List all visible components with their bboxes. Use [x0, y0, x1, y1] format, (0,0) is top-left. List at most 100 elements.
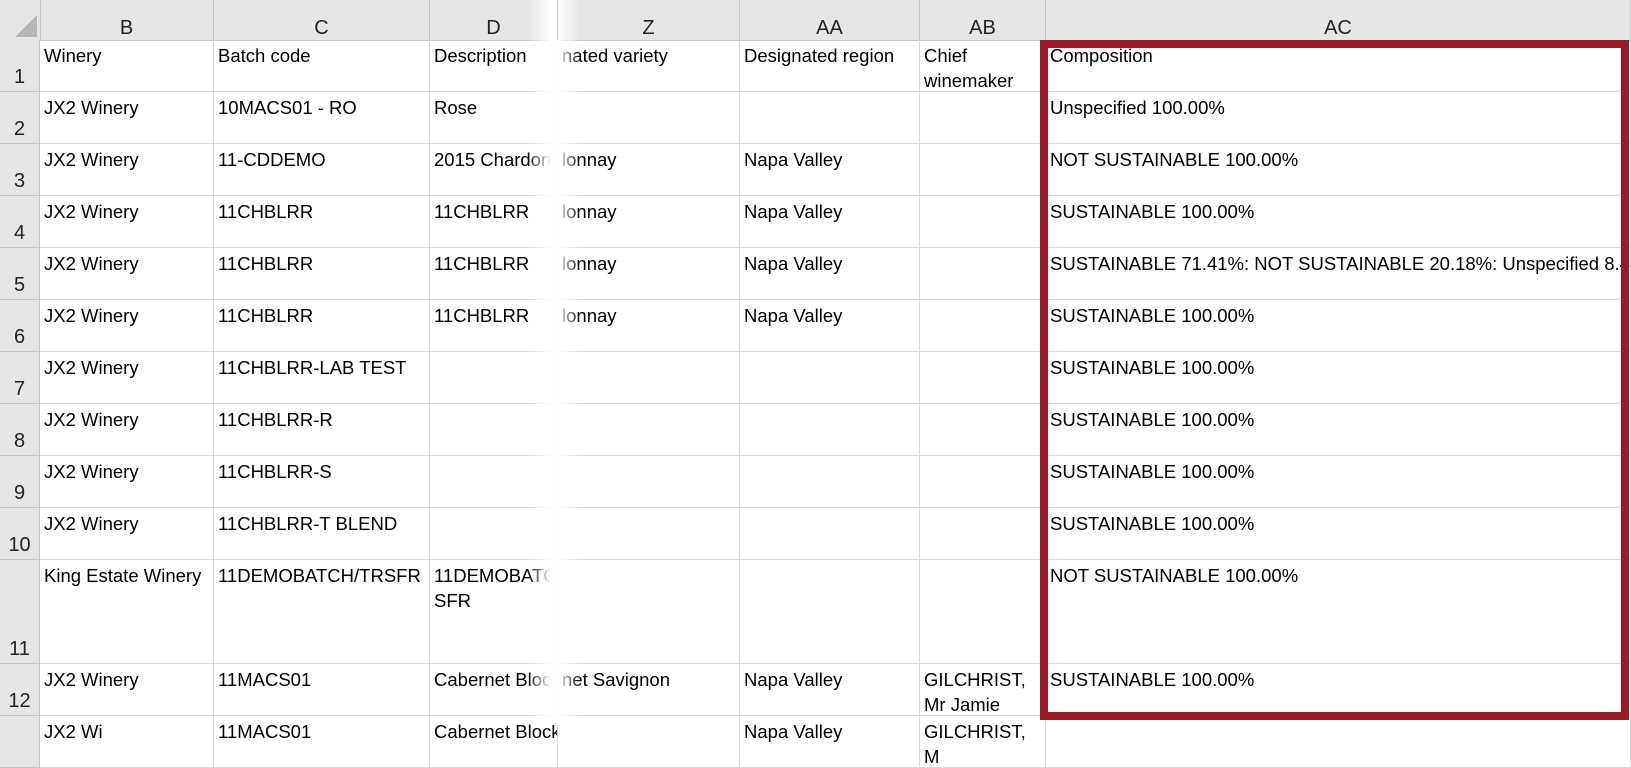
cell-ac[interactable]: SUSTAINABLE 100.00%	[1046, 300, 1631, 352]
cell-ab[interactable]	[920, 352, 1046, 404]
cell-c[interactable]: 11MACS01	[214, 664, 430, 716]
cell-d[interactable]: Cabernet Block	[430, 664, 558, 716]
cell-d[interactable]	[430, 456, 558, 508]
cell-b[interactable]: JX2 Winery	[40, 300, 214, 352]
cell-c[interactable]: 11CHBLRR	[214, 248, 430, 300]
cell-ab[interactable]	[920, 196, 1046, 248]
cell-c[interactable]: 10MACS01 - RO	[214, 92, 430, 144]
cell-ab[interactable]	[920, 560, 1046, 664]
cell-aa[interactable]: Napa Valley	[740, 248, 920, 300]
cell-ac[interactable]: SUSTAINABLE 100.00%	[1046, 352, 1631, 404]
cell-z[interactable]	[558, 456, 740, 508]
cell-c[interactable]: 11-CDDEMO	[214, 144, 430, 196]
cell-aa[interactable]: Napa Valley	[740, 300, 920, 352]
cell-b[interactable]: JX2 Wi	[40, 716, 214, 768]
cell-c[interactable]: 11CHBLRR-LAB TEST	[214, 352, 430, 404]
cell-aa[interactable]: Designated region	[740, 40, 920, 92]
cell-aa[interactable]	[740, 508, 920, 560]
cell-d[interactable]: 2015 Chardonna	[430, 144, 558, 196]
row-header[interactable]: 7	[0, 352, 40, 404]
cell-z[interactable]: lonnay	[558, 144, 740, 196]
cell-c[interactable]: 11CHBLRR-S	[214, 456, 430, 508]
row-header[interactable]: 2	[0, 92, 40, 144]
cell-ab[interactable]	[920, 508, 1046, 560]
cell-z[interactable]	[558, 716, 740, 768]
cell-d[interactable]: Rose	[430, 92, 558, 144]
cell-b[interactable]: JX2 Winery	[40, 404, 214, 456]
cell-aa[interactable]	[740, 404, 920, 456]
cell-b[interactable]: JX2 Winery	[40, 92, 214, 144]
column-header-b[interactable]: B	[40, 0, 214, 40]
row-header[interactable]: 10	[0, 508, 40, 560]
column-header-c[interactable]: C	[214, 0, 430, 40]
cell-aa[interactable]: Napa Valley	[740, 664, 920, 716]
cell-ab[interactable]	[920, 144, 1046, 196]
cell-z[interactable]	[558, 92, 740, 144]
cell-d[interactable]: 11DEMOBATCH/ SFR	[430, 560, 558, 664]
row-header[interactable]: 4	[0, 196, 40, 248]
cell-ab[interactable]: GILCHRIST, M	[920, 716, 1046, 768]
cell-d[interactable]: 11CHBLRR	[430, 196, 558, 248]
cell-ab[interactable]	[920, 404, 1046, 456]
cell-ab[interactable]	[920, 456, 1046, 508]
cell-b[interactable]: JX2 Winery	[40, 508, 214, 560]
cell-z[interactable]: net Savignon	[558, 664, 740, 716]
row-header[interactable]: 5	[0, 248, 40, 300]
cell-ab[interactable]: GILCHRIST, Mr Jamie	[920, 664, 1046, 716]
cell-d[interactable]: 11CHBLRR	[430, 248, 558, 300]
cell-ac[interactable]: SUSTAINABLE 100.00%	[1046, 664, 1631, 716]
cell-z[interactable]	[558, 404, 740, 456]
cell-c[interactable]: 11MACS01	[214, 716, 430, 768]
cell-d[interactable]	[430, 352, 558, 404]
cell-b[interactable]: King Estate Winery	[40, 560, 214, 664]
cell-ab[interactable]	[920, 248, 1046, 300]
row-header[interactable]: 11	[0, 560, 40, 664]
cell-aa[interactable]: Napa Valley	[740, 196, 920, 248]
cell-b[interactable]: JX2 Winery	[40, 144, 214, 196]
column-header-d[interactable]: D	[430, 0, 558, 40]
column-header-aa[interactable]: AA	[740, 0, 920, 40]
cell-aa[interactable]: Napa Valley	[740, 144, 920, 196]
cell-c[interactable]: Batch code	[214, 40, 430, 92]
cell-ab[interactable]: Chief winemaker	[920, 40, 1046, 92]
cell-ac[interactable]: NOT SUSTAINABLE 100.00%	[1046, 560, 1631, 664]
row-header[interactable]: 6	[0, 300, 40, 352]
cell-ac[interactable]	[1046, 716, 1631, 768]
row-header[interactable]: 3	[0, 144, 40, 196]
cell-b[interactable]: JX2 Winery	[40, 248, 214, 300]
cell-z[interactable]: nated variety	[558, 40, 740, 92]
cell-aa[interactable]: Napa Valley	[740, 716, 920, 768]
cell-b[interactable]: Winery	[40, 40, 214, 92]
cell-z[interactable]: lonnay	[558, 196, 740, 248]
cell-d[interactable]: 11CHBLRR	[430, 300, 558, 352]
cell-z[interactable]	[558, 560, 740, 664]
cell-d[interactable]	[430, 404, 558, 456]
row-header[interactable]: 1	[0, 40, 40, 92]
cell-aa[interactable]	[740, 352, 920, 404]
column-header-ab[interactable]: AB	[920, 0, 1046, 40]
cell-ac[interactable]: Composition	[1046, 40, 1631, 92]
cell-ac[interactable]: Unspecified 100.00%	[1046, 92, 1631, 144]
row-header[interactable]: 8	[0, 404, 40, 456]
row-header[interactable]: 12	[0, 664, 40, 716]
cell-z[interactable]	[558, 352, 740, 404]
cell-z[interactable]: lonnay	[558, 300, 740, 352]
cell-c[interactable]: 11CHBLRR	[214, 300, 430, 352]
cell-b[interactable]: JX2 Winery	[40, 456, 214, 508]
cell-ac[interactable]: SUSTAINABLE 100.00%	[1046, 508, 1631, 560]
cell-z[interactable]: lonnay	[558, 248, 740, 300]
row-header[interactable]: 9	[0, 456, 40, 508]
cell-b[interactable]: JX2 Winery	[40, 352, 214, 404]
cell-b[interactable]: JX2 Winery	[40, 664, 214, 716]
cell-d[interactable]: Cabernet Block	[430, 716, 558, 768]
cell-c[interactable]: 11CHBLRR	[214, 196, 430, 248]
column-header-ac[interactable]: AC	[1046, 0, 1631, 40]
cell-aa[interactable]	[740, 92, 920, 144]
cell-ac[interactable]: SUSTAINABLE 100.00%	[1046, 404, 1631, 456]
row-header[interactable]	[0, 716, 40, 768]
cell-z[interactable]	[558, 508, 740, 560]
cell-ac[interactable]: SUSTAINABLE 100.00%	[1046, 456, 1631, 508]
cell-ab[interactable]	[920, 92, 1046, 144]
column-header-z[interactable]: Z	[558, 0, 740, 40]
cell-ac[interactable]: NOT SUSTAINABLE 100.00%	[1046, 144, 1631, 196]
